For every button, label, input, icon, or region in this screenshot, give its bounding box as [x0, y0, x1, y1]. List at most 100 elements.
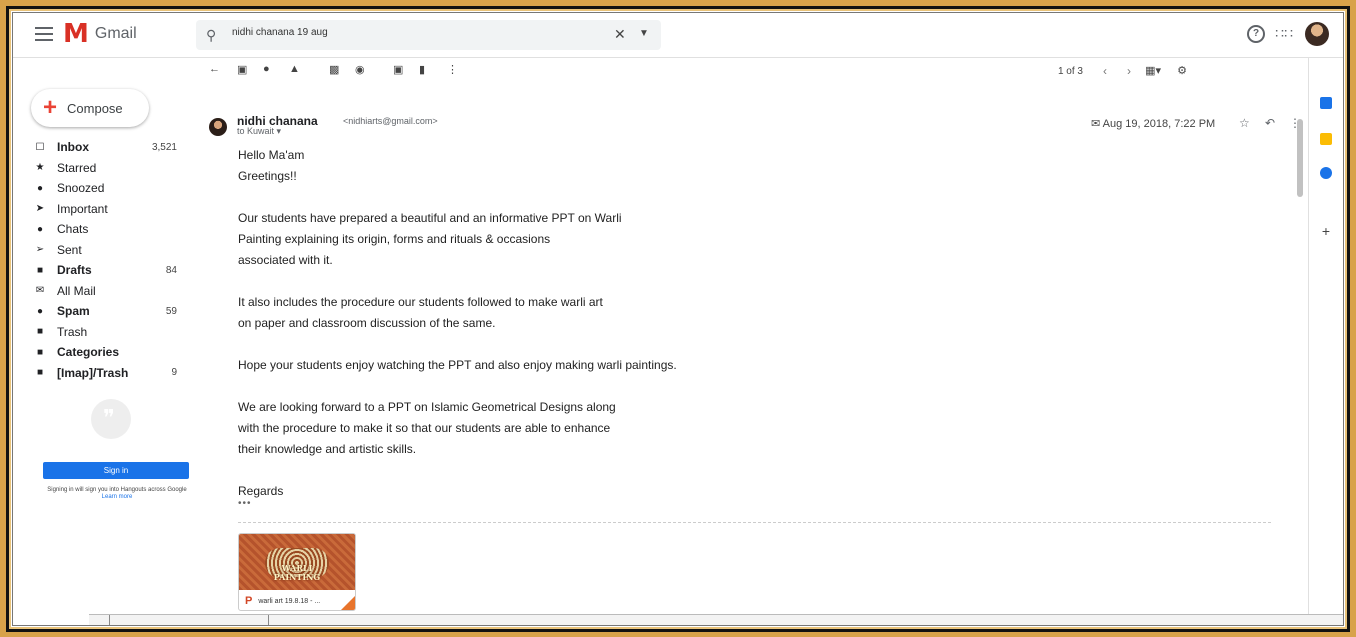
learn-more-link[interactable]: Learn more [102, 494, 133, 500]
star-icon: ★ [35, 162, 45, 174]
tasks-icon[interactable] [1320, 167, 1332, 179]
sidebar-item-important[interactable]: ➤ Important [31, 199, 189, 220]
body-line: Regards [238, 484, 284, 498]
clear-search-icon[interactable]: ✕ [614, 26, 626, 43]
gmail-m-icon: M [63, 19, 89, 49]
body-line: It also includes the procedure our stude… [238, 295, 603, 309]
recipient-line[interactable]: to Kuwait ▾ [237, 126, 281, 137]
get-addons-icon[interactable]: + [1320, 224, 1332, 238]
file-corner-icon [341, 596, 355, 610]
apps-grid-icon[interactable]: ∷∷ [1275, 25, 1293, 42]
back-arrow-icon[interactable]: ← [209, 63, 220, 75]
scrollbar[interactable] [1297, 119, 1303, 197]
sidebar-item-snoozed[interactable]: ● Snoozed [31, 178, 189, 199]
sidebar-nav: ☐ Inbox 3,521 ★ Starred ● Snoozed ➤ Important ● Ch… [31, 137, 189, 383]
mark-unread-icon[interactable]: ▩ [329, 63, 339, 76]
body-line: Painting explaining its origin, forms an… [238, 232, 551, 246]
body-line: We are looking forward to a PPT on Islam… [238, 400, 616, 414]
compose-button[interactable]: + Compose [31, 89, 149, 127]
sidebar-item-label: Snoozed [57, 181, 105, 196]
hangouts-signin-note: Signing in will sign you into Hangouts a… [39, 487, 195, 501]
attachment-filename: warli art 19.8.18 - ... [258, 597, 321, 605]
gmail-window: M Gmail ⚲ ✕ ▼ ? ∷∷ + Compose ☐ Inbox 3,521… [12, 12, 1344, 626]
sidebar-item-count: 84 [165, 264, 177, 276]
sidebar-item-chats[interactable]: ● Chats [31, 219, 189, 240]
body-line: Greetings!! [238, 169, 297, 183]
sidebar-item-label: All Mail [57, 283, 96, 298]
sender-email: <nidhiarts@gmail.com> [343, 116, 438, 126]
sidebar-item-sent[interactable]: ➢ Sent [31, 240, 189, 261]
archive-icon[interactable]: ▣ [237, 63, 247, 76]
message-body: Hello Ma'am Greetings!! Our students hav… [238, 145, 677, 502]
sidebar-item-trash[interactable]: ■ Trash [31, 322, 189, 343]
sidebar-item-label: Categories [57, 345, 120, 360]
body-line: with the procedure to make it so that ou… [238, 421, 611, 435]
body-line: Our students have prepared a beautiful a… [238, 211, 622, 225]
gmail-logo[interactable]: M Gmail [63, 21, 137, 47]
sidebar-item-starred[interactable]: ★ Starred [31, 158, 189, 179]
sidebar-item-spam[interactable]: ● Spam 59 [31, 301, 189, 322]
clock-icon: ● [36, 182, 44, 194]
sidebar-item-imap-trash[interactable]: ■ [Imap]/Trash 9 [31, 363, 189, 384]
important-icon: ➤ [35, 203, 45, 215]
sidebar-item-count: 3,521 [151, 141, 177, 153]
sidebar-item-count: 59 [165, 305, 177, 317]
show-trimmed-content-button[interactable]: ••• [238, 498, 252, 509]
message-date: ✉ Aug 19, 2018, 7:22 PM [1091, 117, 1215, 130]
sidebar-item-label: Chats [57, 222, 89, 237]
body-line: associated with it. [238, 253, 333, 267]
send-icon: ➢ [35, 244, 45, 256]
sidebar-item-inbox[interactable]: ☐ Inbox 3,521 [31, 137, 189, 158]
sidebar-item-label: [Imap]/Trash [57, 365, 129, 380]
input-tools-icon[interactable]: ▦▾ [1145, 64, 1161, 77]
message-toolbar: ← ▣ ● ▲ ▩ ◉ ▣ ▮ ⋮ 1 of 3 ‹ › ▦▾ ⚙ [203, 59, 1283, 85]
sidebar-item-label: Sent [57, 242, 82, 257]
sidebar-item-count: 9 [171, 367, 177, 379]
search-input[interactable] [230, 26, 574, 39]
sidebar-item-label: Important [57, 201, 108, 216]
label-icon: ■ [36, 367, 44, 379]
chat-icon: ● [36, 223, 44, 235]
powerpoint-icon: P [245, 595, 253, 607]
star-icon[interactable]: ☆ [1239, 116, 1250, 130]
newer-chevron-icon[interactable]: ‹ [1103, 64, 1107, 78]
attachment-card[interactable]: WARLI PAINTING P warli art 19.8.18 - ... [238, 533, 356, 611]
delete-icon[interactable]: ▲ [289, 63, 300, 75]
label-icon: ■ [36, 346, 44, 358]
sidebar-item-label: Spam [57, 304, 90, 319]
label-icon[interactable]: ▮ [419, 63, 425, 76]
account-avatar[interactable] [1305, 22, 1329, 46]
calendar-icon[interactable] [1320, 97, 1332, 109]
settings-gear-icon[interactable]: ⚙ [1177, 64, 1187, 77]
help-icon[interactable]: ? [1247, 25, 1265, 43]
attachment-divider [238, 522, 1271, 523]
sidebar-item-label: Inbox [57, 140, 89, 155]
attachment-thumbnail: WARLI PAINTING [239, 534, 355, 590]
search-icon[interactable]: ⚲ [206, 27, 216, 44]
reply-icon[interactable]: ↶ [1265, 116, 1275, 130]
more-options-icon[interactable]: ⋮ [447, 63, 458, 76]
taskbar-tab[interactable] [109, 615, 269, 625]
menu-icon[interactable] [35, 27, 53, 41]
sidebar-item-label: Drafts [57, 263, 92, 278]
report-spam-icon[interactable]: ● [263, 63, 270, 75]
hangouts-signin-button[interactable]: Sign in [43, 462, 189, 479]
pager-text: 1 of 3 [1057, 66, 1083, 77]
sidebar-item-categories[interactable]: ■ Categories [31, 342, 189, 363]
thumbnail-title: WARLI PAINTING [273, 563, 321, 582]
search-bar: ⚲ ✕ ▼ [196, 20, 661, 50]
plus-icon: + [43, 94, 58, 121]
side-panel: + [1308, 57, 1343, 625]
snooze-icon[interactable]: ◉ [355, 63, 365, 76]
attachment-file-row: P warli art 19.8.18 - ... [239, 592, 355, 610]
search-options-icon[interactable]: ▼ [639, 28, 649, 39]
keep-icon[interactable] [1320, 133, 1332, 145]
sidebar-item-drafts[interactable]: ■ Drafts 84 [31, 260, 189, 281]
body-line: Hope your students enjoy watching the PP… [238, 358, 677, 372]
sidebar-item-all-mail[interactable]: ✉ All Mail [31, 281, 189, 302]
body-line: their knowledge and artistic skills. [238, 442, 417, 456]
add-to-tasks-icon[interactable]: ▣ [393, 63, 403, 76]
older-chevron-icon[interactable]: › [1127, 64, 1131, 78]
bottom-taskbar [89, 614, 1343, 625]
message-date-text: Aug 19, 2018, 7:22 PM [1102, 118, 1216, 130]
